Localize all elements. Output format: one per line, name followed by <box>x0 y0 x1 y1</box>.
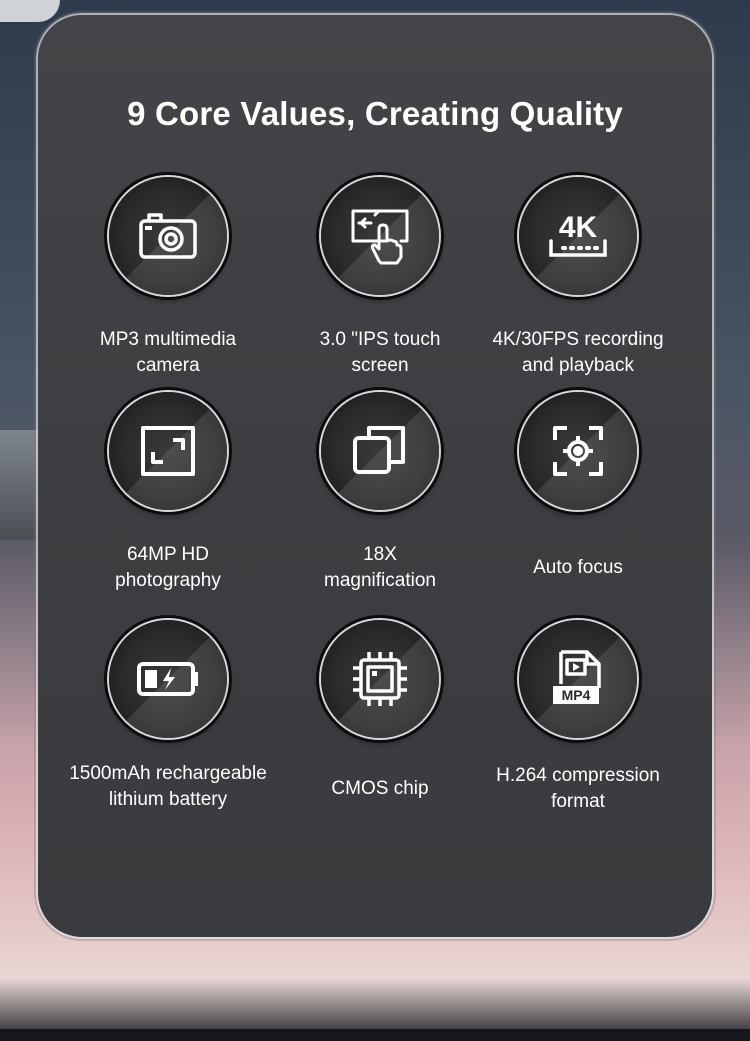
feature-label-2: format <box>551 791 605 812</box>
svg-text:4K: 4K <box>559 211 598 244</box>
feature-label-1: MP3 multimedia <box>99 329 237 350</box>
touch-screen-icon <box>321 177 439 295</box>
feature-label-1: H.264 compression <box>496 765 660 786</box>
feature-label-1: CMOS chip <box>331 778 429 799</box>
feature-label-1: 1500mAh rechargeable <box>69 763 267 784</box>
feature-label-1: Auto focus <box>533 557 623 578</box>
background-shape <box>0 0 60 22</box>
page-title: 9 Core Values, Creating Quality <box>127 95 623 132</box>
feature-label-2: lithium battery <box>108 789 228 810</box>
background-bottom-bar <box>0 1029 750 1041</box>
mp4-file-icon: MP4 <box>519 620 637 738</box>
feature-label-2: camera <box>136 355 200 376</box>
feature-label-2: screen <box>351 355 409 376</box>
features-card: 9 Core Values, Creating Quality MP3 mult… <box>38 15 712 937</box>
feature-label-2: magnification <box>324 570 436 591</box>
feature-label-2: and playback <box>522 355 634 376</box>
svg-text:MP4: MP4 <box>562 687 591 703</box>
feature-label-1: 4K/30FPS recording <box>492 329 664 350</box>
chip-icon <box>321 620 439 738</box>
feature-label-1: 64MP HD <box>126 544 209 565</box>
4k-icon: 4K <box>519 177 637 295</box>
feature-label-1: 18X <box>363 544 397 565</box>
feature-label-2: photography <box>115 570 221 591</box>
camera-icon <box>109 177 227 295</box>
frame-icon <box>109 392 227 510</box>
autofocus-icon <box>519 392 637 510</box>
feature-label-1: 3.0 "IPS touch <box>319 329 441 350</box>
zoom-icon <box>321 392 439 510</box>
battery-icon <box>109 620 227 738</box>
